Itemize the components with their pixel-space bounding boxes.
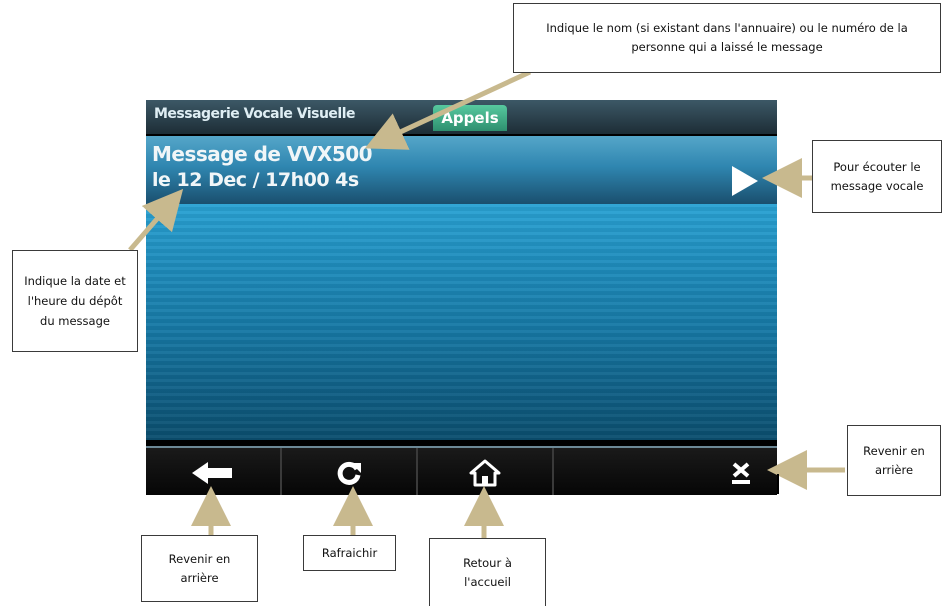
title-bar: Messagerie Vocale Visuelle Appels bbox=[146, 100, 777, 134]
arrow-left-icon bbox=[192, 461, 232, 484]
callout-back-right: Revenir en arrière bbox=[847, 425, 941, 496]
tab-appels[interactable]: Appels bbox=[433, 105, 507, 131]
home-softkey[interactable] bbox=[418, 448, 554, 495]
back-softkey[interactable] bbox=[146, 448, 282, 495]
callout-listen: Pour écouter le message vocale bbox=[812, 140, 942, 213]
message-sender: Message de VVX500 bbox=[152, 142, 373, 166]
softkey-bar bbox=[146, 446, 777, 495]
callout-home-text: Retour à l'accueil bbox=[463, 555, 512, 589]
phone-screen: Messagerie Vocale Visuelle Appels Messag… bbox=[146, 100, 777, 495]
divider-mark bbox=[777, 474, 779, 494]
play-icon bbox=[732, 166, 758, 196]
voicemail-message-row[interactable]: Message de VVX500 le 12 Dec / 17h00 4s bbox=[146, 136, 777, 204]
callout-date: Indique la date et l'heure du dépôt du m… bbox=[12, 250, 138, 352]
callout-listen-text: Pour écouter le message vocale bbox=[830, 159, 924, 193]
exit-softkey[interactable] bbox=[554, 448, 777, 495]
app-title: Messagerie Vocale Visuelle bbox=[154, 106, 356, 122]
callout-refresh: Rafraichir bbox=[303, 535, 396, 571]
callout-home: Retour à l'accueil bbox=[429, 538, 546, 606]
callout-back-right-text: Revenir en arrière bbox=[863, 443, 925, 477]
callout-date-text: Indique la date et l'heure du dépôt du m… bbox=[24, 274, 126, 328]
callout-back-left: Revenir en arrière bbox=[141, 535, 258, 602]
message-list-area bbox=[146, 204, 777, 440]
callout-sender-name-text: Indique le nom (si existant dans l'annua… bbox=[546, 21, 908, 54]
message-date: le 12 Dec / 17h00 4s bbox=[152, 169, 359, 191]
callout-refresh-text: Rafraichir bbox=[321, 545, 378, 560]
refresh-icon bbox=[337, 461, 361, 485]
callout-sender-name: Indique le nom (si existant dans l'annua… bbox=[513, 3, 941, 73]
home-icon bbox=[469, 459, 501, 486]
refresh-softkey[interactable] bbox=[282, 448, 418, 495]
close-icon bbox=[732, 461, 750, 484]
play-button[interactable] bbox=[730, 164, 760, 198]
callout-back-left-text: Revenir en arrière bbox=[168, 551, 231, 585]
